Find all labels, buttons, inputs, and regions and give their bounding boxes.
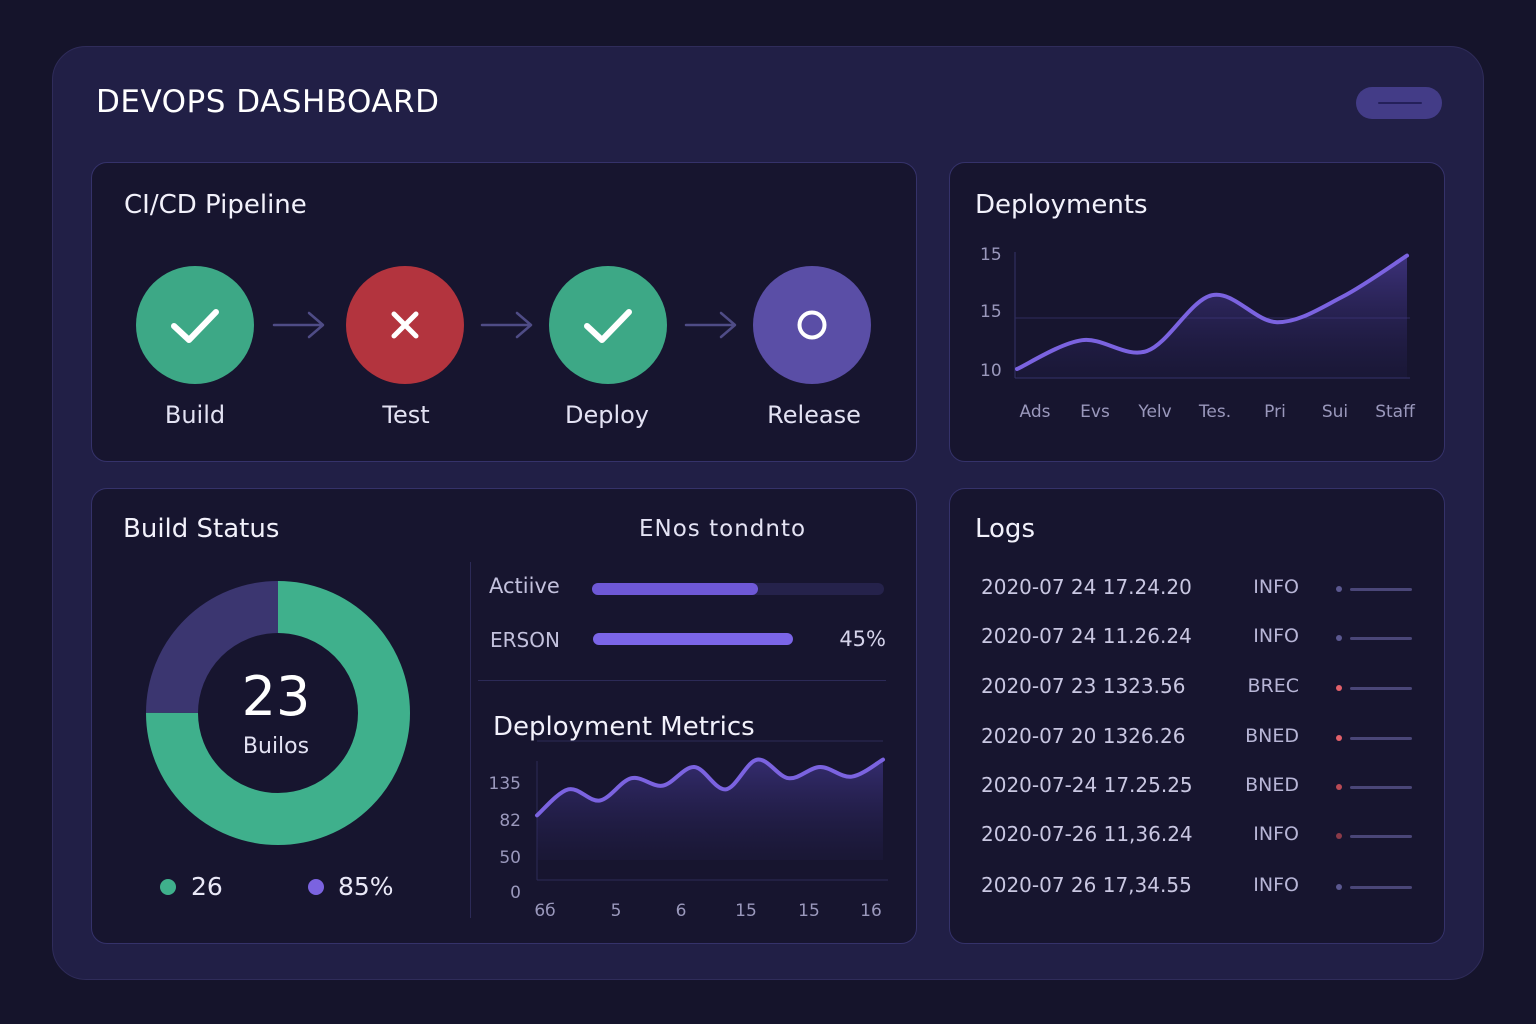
log-level: INFO [1253,625,1299,647]
log-severity-dot [1336,784,1342,790]
progress-fill [593,633,794,645]
log-timestamp: 2020-07-24 17.25.25 [981,773,1193,797]
log-level: BNED [1245,725,1299,747]
x-tick-label: 15 [798,901,820,921]
log-severity-dot [1336,735,1342,741]
log-timestamp: 2020-07 23 1323.56 [981,674,1186,698]
page-title: DEVOPS DASHBOARD [96,84,440,120]
donut-label: Builos [242,734,310,759]
x-tick-label: 16 [860,901,882,921]
log-line [1350,786,1412,789]
log-level: BNED [1245,774,1299,796]
log-line [1350,687,1412,690]
arrow-right-icon [480,311,533,339]
x-tick-label: 6 [676,901,687,921]
log-severity-dot [1336,884,1342,890]
check-icon [584,309,632,343]
area-fill [1017,255,1407,378]
log-timestamp: 2020-07-26 11,36.24 [981,822,1193,846]
area-fill [537,759,883,860]
stage-release-indicator[interactable] [753,266,871,384]
legend-dot [308,879,324,895]
progress-active-label: Actiive [489,574,560,598]
x-tick-label: 6б [534,901,555,921]
log-severity-dot [1336,685,1342,691]
legend-text: 85% [338,872,394,901]
log-level: INFO [1253,874,1299,896]
arrow-right-icon [272,311,325,339]
x-tick-label: Pri [1264,402,1286,422]
log-severity-dot [1336,833,1342,839]
log-line [1350,835,1412,838]
deployment-metrics-chart: 135 82 50 0 6б 5 6 15 15 16 [489,740,888,921]
stage-build-indicator[interactable] [136,266,254,384]
section-divider [478,680,886,681]
stage-test-label: Test [382,401,430,429]
stage-release-label: Release [767,401,861,429]
pipeline-title: CI/CD Pipeline [124,190,307,220]
legend-text: 26 [191,872,223,901]
y-tick-label: 50 [499,848,521,868]
log-line [1350,886,1412,889]
stage-build-label: Build [164,401,226,429]
log-row[interactable]: 2020-07 24 11.26.24 INFO [981,624,1412,654]
log-row[interactable]: 2020-07-24 17.25.25 BNED [981,773,1412,803]
donut-value: 23 [241,665,311,728]
progress-fill [592,583,759,595]
log-line [1350,637,1412,640]
progress-header: ENos tondnto [639,516,807,542]
log-severity-dot [1336,635,1342,641]
log-row[interactable]: 2020-07 26 17,34.55 INFO [981,873,1412,903]
x-tick-label: Tes. [1198,402,1231,422]
log-row[interactable]: 2020-07 24 17.24.20 INFO [981,575,1412,605]
menu-toggle-button[interactable] [1356,87,1442,119]
circle-icon [797,310,827,340]
check-icon [171,309,219,343]
x-tick-label: Yelv [1137,402,1171,422]
y-tick-label: 10 [980,361,1002,381]
y-tick-label: 135 [489,774,521,794]
x-tick-label: Staff [1375,402,1416,422]
deployments-chart: 15 15 10 Ads Evs Yelv Tes. Pri Sui Staff [980,245,1416,422]
x-tick-label: 15 [735,901,757,921]
x-tick-label: 5 [611,901,622,921]
stage-test-indicator[interactable] [346,266,464,384]
log-line [1350,737,1412,740]
progress-erson-label: ERSON [490,628,560,652]
log-row[interactable]: 2020-07 20 1326.26 BNED [981,724,1412,754]
y-tick-label: 0 [510,883,521,903]
y-tick-label: 82 [499,811,521,831]
log-line [1350,588,1412,591]
log-level: INFO [1253,576,1299,598]
log-timestamp: 2020-07 20 1326.26 [981,724,1186,748]
stage-deploy-indicator[interactable] [549,266,667,384]
x-tick-label: Evs [1080,402,1110,422]
y-tick-label: 15 [980,302,1002,322]
log-level: BREC [1247,675,1299,697]
logs-title: Logs [975,514,1035,544]
progress-value: 45% [839,627,886,651]
y-tick-label: 15 [980,245,1002,265]
build-status-title: Build Status [123,514,280,544]
log-timestamp: 2020-07 24 17.24.20 [981,575,1192,599]
log-timestamp: 2020-07 26 17,34.55 [981,873,1192,897]
x-tick-label: Sui [1322,402,1348,422]
progress-track [592,583,884,595]
log-row[interactable]: 2020-07 23 1323.56 BREC [981,674,1412,704]
x-tick-label: Ads [1020,402,1051,422]
deployments-title: Deployments [975,190,1148,220]
log-row[interactable]: 2020-07-26 11,36.24 INFO [981,822,1412,852]
legend-dot [160,879,176,895]
log-timestamp: 2020-07 24 11.26.24 [981,624,1192,648]
vertical-divider [470,562,471,918]
stage-deploy-label: Deploy [564,401,650,429]
log-level: INFO [1253,823,1299,845]
arrow-right-icon [684,311,737,339]
x-icon [391,311,419,339]
log-severity-dot [1336,586,1342,592]
toggle-bar [1378,102,1422,104]
